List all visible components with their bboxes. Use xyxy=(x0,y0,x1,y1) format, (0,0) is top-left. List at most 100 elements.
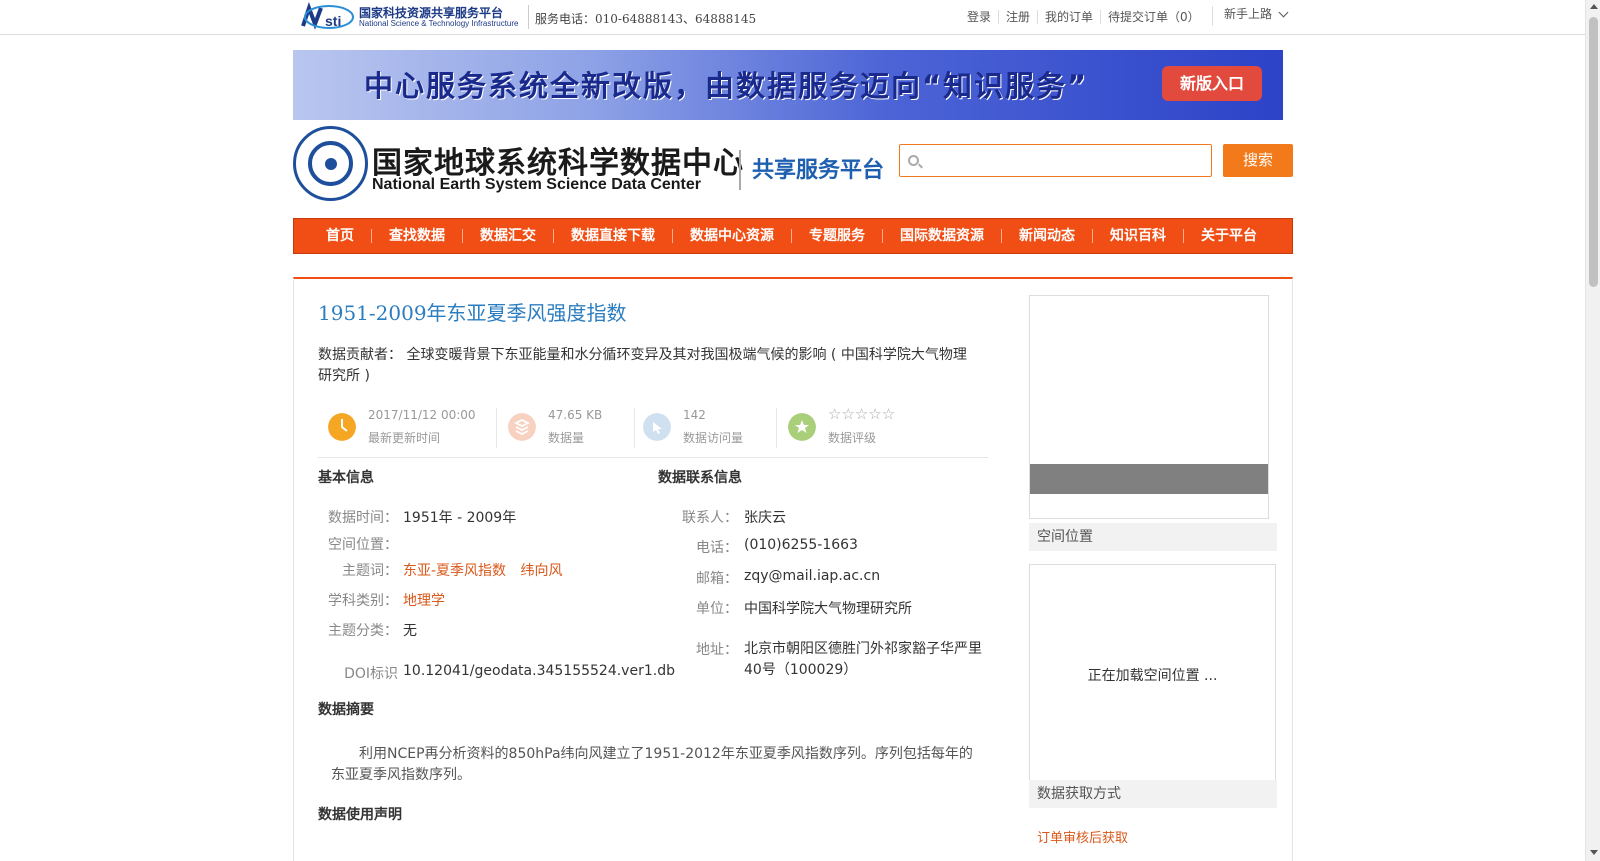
promo-banner[interactable]: 中心服务系统全新改版，由数据服务迈向“知识服务” 新版入口 xyxy=(293,50,1283,120)
size-label: 数据量 xyxy=(548,431,585,445)
nav-about[interactable]: 关于平台 xyxy=(1183,229,1274,243)
contact-person-value: 张庆云 xyxy=(744,510,786,526)
keyword-label: 主题词： xyxy=(342,563,398,579)
stat-divider xyxy=(776,408,777,448)
usage-statement-title: 数据使用声明 xyxy=(318,807,402,823)
doi-value[interactable]: 10.12041/geodata.345155524.ver1.db xyxy=(403,663,675,679)
order-review-link[interactable]: 订单审核后获取 xyxy=(1037,827,1128,846)
nav-topic-services[interactable]: 专题服务 xyxy=(791,229,882,243)
newbie-guide-label: 新手上路 xyxy=(1224,7,1273,21)
site-subtitle: 共享服务平台 xyxy=(752,158,885,183)
database-icon xyxy=(508,413,536,441)
keyword-link[interactable]: 东亚-夏季风指数 xyxy=(403,563,506,579)
nav-international-resources[interactable]: 国际数据资源 xyxy=(882,229,1001,243)
site-name-en: National Earth System Science Data Cente… xyxy=(372,176,702,193)
seal-center xyxy=(325,158,337,170)
address-value: 北京市朝阳区德胜门外祁家豁子华严里40号（100029） xyxy=(744,641,982,678)
rating-stars[interactable]: ☆☆☆☆☆ xyxy=(828,405,895,423)
top-bar: sti 国家科技资源共享服务平台 National Science & Tech… xyxy=(0,0,1585,35)
unit-label: 单位： xyxy=(696,601,738,617)
data-time-label: 数据时间： xyxy=(328,510,398,526)
new-version-button[interactable]: 新版入口 xyxy=(1162,66,1262,101)
data-access-heading: 数据获取方式 xyxy=(1029,780,1277,808)
space-label: 空间位置： xyxy=(328,537,398,553)
data-time-value: 1951年 - 2009年 xyxy=(403,510,517,526)
spatial-map[interactable]: 正在加载空间位置 ... xyxy=(1029,564,1276,782)
unit-value: 中国科学院大气物理研究所 xyxy=(744,601,912,617)
address-label: 地址： xyxy=(696,642,738,658)
chevron-down-icon xyxy=(1278,7,1289,18)
contact-info-title: 数据联系信息 xyxy=(658,470,742,486)
category-label: 主题分类： xyxy=(328,623,398,639)
header-divider xyxy=(739,150,741,190)
doi-label: DOI标识 xyxy=(344,666,398,682)
stat-divider xyxy=(496,408,497,448)
top-links: 登录 注册 我的订单 待提交订单（0） xyxy=(960,10,1207,24)
rating-label: 数据评级 xyxy=(828,431,877,445)
size-value: 47.65 KB xyxy=(548,408,603,422)
discipline-label: 学科类别： xyxy=(328,593,398,609)
nav-knowledge[interactable]: 知识百科 xyxy=(1092,229,1183,243)
page-scrollbar[interactable] xyxy=(1585,0,1600,861)
email-value[interactable]: zqy@mail.iap.ac.cn xyxy=(744,568,880,584)
search-box[interactable] xyxy=(899,144,1212,177)
clock-icon xyxy=(328,413,356,441)
scroll-thumb[interactable] xyxy=(1589,17,1598,287)
data-center-seal-logo[interactable] xyxy=(293,126,368,201)
nav-direct-download[interactable]: 数据直接下载 xyxy=(553,229,672,243)
abstract-title: 数据摘要 xyxy=(318,702,374,718)
dataset-thumbnail[interactable] xyxy=(1029,295,1269,519)
svg-text:sti: sti xyxy=(325,13,341,29)
scroll-down-arrow-icon[interactable] xyxy=(1590,850,1598,855)
nav-news[interactable]: 新闻动态 xyxy=(1001,229,1092,243)
search-input[interactable] xyxy=(926,145,1208,176)
main-nav: 首页 查找数据 数据汇交 数据直接下载 数据中心资源 专题服务 国际数据资源 新… xyxy=(293,218,1293,254)
abstract-text: 利用NCEP再分析资料的850hPa纬向风建立了1951-2012年东亚夏季风指… xyxy=(331,746,973,783)
banner-text: 中心服务系统全新改版，由数据服务迈向“知识服务” xyxy=(364,69,1089,103)
nav-center-resources[interactable]: 数据中心资源 xyxy=(672,229,791,243)
contact-person-label: 联系人： xyxy=(682,510,738,526)
thumbnail-caption-bar xyxy=(1030,464,1268,494)
email-label: 邮箱： xyxy=(696,571,738,587)
newbie-guide-dropdown[interactable]: 新手上路 xyxy=(1212,6,1289,26)
register-link[interactable]: 注册 xyxy=(998,10,1037,24)
keyword-link[interactable]: 纬向风 xyxy=(521,563,563,579)
my-orders-link[interactable]: 我的订单 xyxy=(1037,10,1100,24)
pending-orders-link[interactable]: 待提交订单（0） xyxy=(1100,10,1207,24)
nav-home[interactable]: 首页 xyxy=(309,229,371,243)
search-icon xyxy=(908,155,919,166)
visits-label: 数据访问量 xyxy=(683,431,744,445)
keyword-list: 东亚-夏季风指数 纬向风 xyxy=(403,560,563,580)
cursor-icon xyxy=(643,413,671,441)
discipline-link[interactable]: 地理学 xyxy=(403,590,445,610)
star-badge-icon xyxy=(788,413,816,441)
stat-visits: 142 数据访问量 xyxy=(633,403,773,448)
phone-value: (010)6255-1663 xyxy=(744,537,858,553)
login-link[interactable]: 登录 xyxy=(960,10,998,24)
phone-label: 电话： xyxy=(696,540,738,556)
updated-label: 最新更新时间 xyxy=(368,431,441,445)
dataset-stats: 2017/11/12 00:00 最新更新时间 47.65 KB 数据量 142… xyxy=(318,403,988,458)
nav-find-data[interactable]: 查找数据 xyxy=(371,229,462,243)
basic-info-title: 基本信息 xyxy=(318,470,374,486)
stat-updated: 2017/11/12 00:00 最新更新时间 xyxy=(318,403,493,448)
category-value: 无 xyxy=(403,623,417,639)
top-divider xyxy=(528,5,529,29)
scroll-up-arrow-icon[interactable] xyxy=(1590,4,1598,9)
search-button[interactable]: 搜索 xyxy=(1223,144,1293,177)
stat-rating: ☆☆☆☆☆ 数据评级 xyxy=(778,403,978,448)
nsti-logo[interactable]: sti 国家科技资源共享服务平台 National Science & Tech… xyxy=(299,2,524,32)
dataset-contributor: 数据贡献者： 全球变暖背景下东亚能量和水分循环变异及其对我国极端气候的影响 ( … xyxy=(318,345,978,387)
service-phone: 服务电话：010-64888143、64888145 xyxy=(535,12,757,26)
nsti-logo-mark: sti xyxy=(301,2,354,30)
dataset-detail-panel: 1951-2009年东亚夏季风强度指数 数据贡献者： 全球变暖背景下东亚能量和水… xyxy=(293,277,1293,861)
contributor-label: 数据贡献者： xyxy=(318,347,402,363)
stat-size: 47.65 KB 数据量 xyxy=(498,403,628,448)
contributor-value: 全球变暖背景下东亚能量和水分循环变异及其对我国极端气候的影响 ( 中国科学院大气… xyxy=(318,347,967,384)
map-loading-text: 正在加载空间位置 ... xyxy=(1087,668,1218,684)
nsti-name-en: National Science & Technology Infrastruc… xyxy=(359,19,519,28)
visits-value: 142 xyxy=(683,408,706,422)
nav-data-submission[interactable]: 数据汇交 xyxy=(462,229,553,243)
updated-value: 2017/11/12 00:00 xyxy=(368,408,476,422)
dataset-title: 1951-2009年东亚夏季风强度指数 xyxy=(318,301,627,325)
